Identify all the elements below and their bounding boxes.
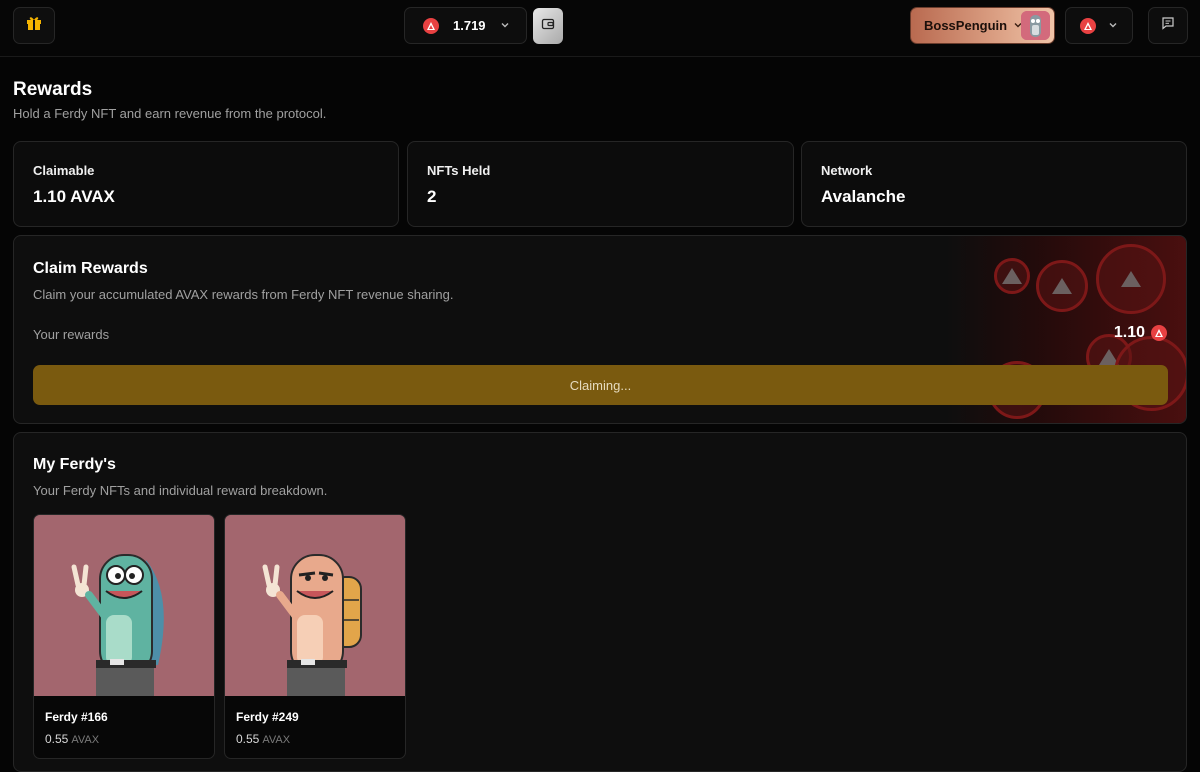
gift-icon (25, 14, 43, 37)
gift-button[interactable] (13, 7, 55, 44)
top-bar: 1.719 BossPenguin (0, 0, 1200, 57)
nft-reward-unit: AVAX (262, 734, 291, 746)
nft-reward-amount: 0.55 (45, 732, 69, 746)
chat-icon (1161, 16, 1175, 35)
stat-card-claimable: Claimable 1.10 AVAX (13, 141, 399, 227)
page-subtitle: Hold a Ferdy NFT and earn revenue from t… (13, 106, 327, 121)
claim-title: Claim Rewards (33, 260, 148, 277)
stat-value: 2 (427, 187, 437, 206)
wallet-button[interactable] (533, 8, 563, 44)
nft-card[interactable]: Ferdy #166 0.55 AVAX (33, 514, 215, 759)
user-profile-button[interactable]: BossPenguin (910, 7, 1055, 44)
ferdys-title: My Ferdy's (33, 456, 116, 473)
stat-value: Avalanche (821, 187, 906, 206)
avax-icon (1080, 17, 1096, 34)
username: BossPenguin (924, 18, 1008, 33)
my-ferdys-panel: My Ferdy's Your Ferdy NFTs and individua… (13, 432, 1187, 772)
wallet-icon (541, 17, 555, 36)
chat-button[interactable] (1148, 7, 1188, 44)
balance-value: 1.719 (453, 18, 486, 33)
avax-icon (423, 17, 439, 34)
nft-name: Ferdy #249 (236, 710, 299, 724)
nft-reward: 0.55 AVAX (236, 732, 290, 746)
stat-label: Claimable (33, 163, 95, 178)
coin-icon (1036, 260, 1088, 312)
claim-button[interactable]: Claiming... (33, 365, 1168, 405)
page-title: Rewards (13, 79, 93, 100)
chevron-down-icon (500, 17, 510, 35)
nft-image (225, 515, 405, 696)
balance-dropdown[interactable]: 1.719 (404, 7, 527, 44)
stat-card-nfts-held: NFTs Held 2 (407, 141, 794, 227)
your-rewards-value: 1.10 (1114, 324, 1167, 342)
nft-image (34, 515, 214, 696)
coin-icon (994, 258, 1030, 294)
stat-value: 1.10 AVAX (33, 187, 115, 206)
your-rewards-label: Your rewards (33, 327, 110, 342)
stat-card-network: Network Avalanche (801, 141, 1187, 227)
nft-name: Ferdy #166 (45, 710, 108, 724)
claim-subtitle: Claim your accumulated AVAX rewards from… (33, 287, 454, 302)
stat-label: Network (821, 163, 873, 178)
nft-reward-unit: AVAX (71, 734, 100, 746)
network-dropdown[interactable] (1065, 7, 1133, 44)
claim-rewards-panel: Claim Rewards Claim your accumulated AVA… (13, 235, 1187, 424)
chevron-down-icon (1108, 17, 1118, 35)
nft-reward: 0.55 AVAX (45, 732, 99, 746)
avax-icon (1151, 325, 1167, 341)
coin-icon (1096, 244, 1166, 314)
nft-card[interactable]: Ferdy #249 0.55 AVAX (224, 514, 406, 759)
ferdys-subtitle: Your Ferdy NFTs and individual reward br… (33, 483, 328, 498)
nft-reward-amount: 0.55 (236, 732, 260, 746)
stat-label: NFTs Held (427, 163, 491, 178)
rewards-amount: 1.10 (1113, 324, 1145, 341)
avatar (1021, 11, 1050, 40)
